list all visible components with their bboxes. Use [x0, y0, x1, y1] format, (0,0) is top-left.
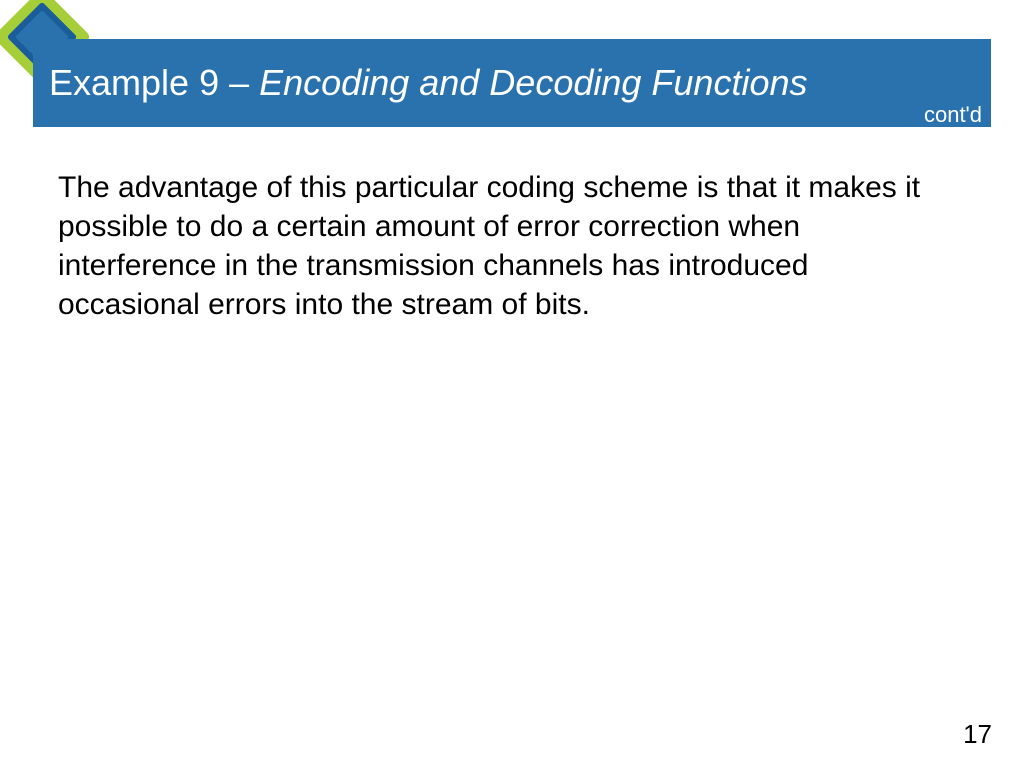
page-number: 17	[963, 719, 992, 750]
body-paragraph: The advantage of this particular coding …	[58, 168, 940, 324]
slide-title: Example 9 – Encoding and Decoding Functi…	[49, 62, 808, 104]
title-prefix: Example 9 –	[49, 62, 259, 103]
title-subject: Encoding and Decoding Functions	[259, 62, 807, 103]
contd-label: cont'd	[924, 102, 982, 128]
slide-header: Example 9 – Encoding and Decoding Functi…	[33, 39, 991, 127]
